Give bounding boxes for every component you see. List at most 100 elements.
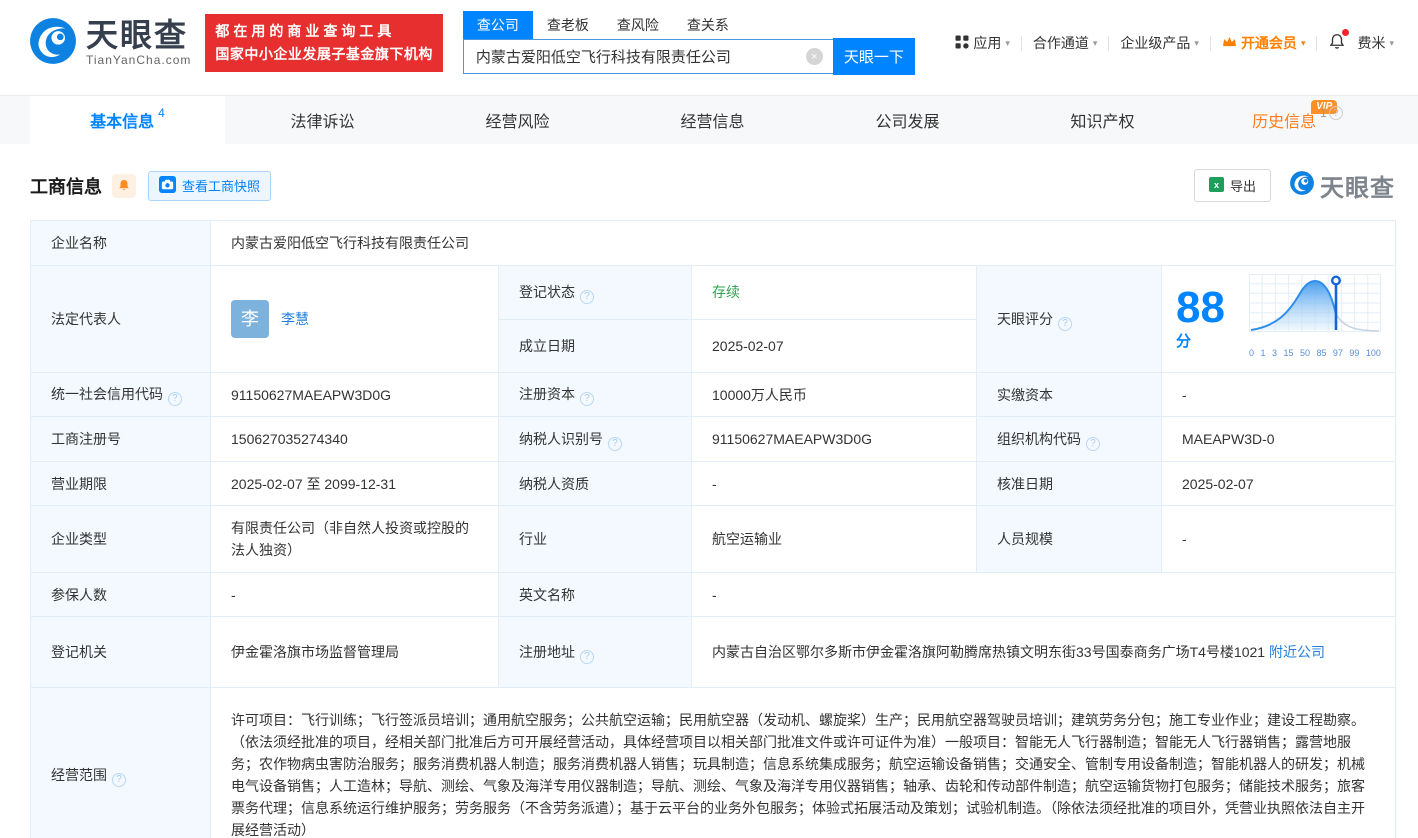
help-icon[interactable]: ? bbox=[168, 392, 182, 406]
org-code-label: 组织机构代码? bbox=[977, 417, 1162, 462]
help-icon[interactable]: ? bbox=[580, 392, 594, 406]
table-row: 经营范围? 许可项目：飞行训练；飞行签派员培训；通用航空服务；公共航空运输；民用… bbox=[31, 688, 1396, 838]
chevron-down-icon: ▾ bbox=[1093, 38, 1098, 49]
watermark-text: 天眼查 bbox=[1320, 168, 1395, 203]
score-curve-chart: 0131550859799100 bbox=[1249, 274, 1381, 364]
tab-development[interactable]: 公司发展 bbox=[810, 96, 1005, 144]
business-scope-label: 经营范围? bbox=[31, 688, 211, 838]
search-tab-boss[interactable]: 查老板 bbox=[533, 11, 603, 39]
monitor-bell-icon[interactable] bbox=[112, 174, 136, 198]
nav-enterprise[interactable]: 企业级产品 ▾ bbox=[1120, 33, 1199, 53]
company-type-value: 有限责任公司（非自然人投资或控股的法人独资） bbox=[211, 506, 499, 573]
avatar[interactable]: 李 bbox=[231, 300, 269, 338]
nav-apps[interactable]: 应用 ▾ bbox=[955, 33, 1010, 53]
tab-ip-label: 知识产权 bbox=[1070, 108, 1134, 132]
help-icon[interactable]: ? bbox=[112, 773, 126, 787]
help-icon[interactable]: ? bbox=[1058, 317, 1072, 331]
nav-enterprise-label: 企业级产品 bbox=[1120, 33, 1190, 53]
taxpayer-id-label: 纳税人识别号? bbox=[499, 417, 692, 462]
help-icon[interactable]: ? bbox=[1086, 437, 1100, 451]
tab-risk[interactable]: 经营风险 bbox=[420, 96, 615, 144]
company-name-label: 企业名称 bbox=[31, 221, 211, 266]
snapshot-button[interactable]: 查看工商快照 bbox=[148, 171, 271, 201]
search-tab-company[interactable]: 查公司 bbox=[463, 11, 533, 39]
chevron-down-icon: ▾ bbox=[1194, 38, 1199, 49]
tab-legal-label: 法律诉讼 bbox=[290, 108, 354, 132]
tab-ip[interactable]: 知识产权 bbox=[1005, 96, 1200, 144]
est-date-value: 2025-02-07 bbox=[692, 319, 977, 373]
tab-history[interactable]: VIP 历史信息 1 ? bbox=[1200, 96, 1395, 144]
logo-en-text: TianYanCha.com bbox=[86, 53, 191, 67]
search-button[interactable]: 天眼一下 bbox=[833, 38, 915, 75]
notification-dot bbox=[1342, 29, 1349, 36]
business-term-value: 2025-02-07 至 2099-12-31 bbox=[211, 462, 499, 506]
reg-status-label-text: 登记状态 bbox=[519, 284, 575, 300]
export-button-label: 导出 bbox=[1230, 176, 1256, 195]
help-icon[interactable]: ? bbox=[1329, 106, 1343, 120]
reg-number-value: 150627035274340 bbox=[211, 417, 499, 462]
table-row: 法定代表人 李 李慧 登记状态? 存续 天眼评分? 88分 bbox=[31, 266, 1396, 320]
english-name-label: 英文名称 bbox=[499, 573, 692, 617]
watermark-logo: 天眼查 bbox=[1289, 168, 1395, 203]
score-label-text: 天眼评分 bbox=[997, 311, 1053, 327]
staff-size-value: - bbox=[1162, 506, 1396, 573]
taxpayer-id-value: 91150627MAEAPW3D0G bbox=[692, 417, 977, 462]
company-tabbar: 基本信息 4 法律诉讼 经营风险 经营信息 公司发展 知识产权 VIP 历史信息… bbox=[0, 95, 1418, 144]
chevron-down-icon: ▾ bbox=[1301, 38, 1306, 49]
score-axis: 0131550859799100 bbox=[1249, 342, 1381, 364]
score-label: 天眼评分? bbox=[977, 266, 1162, 373]
table-row: 参保人数 - 英文名称 - bbox=[31, 573, 1396, 617]
tab-history-count: 1 bbox=[1320, 106, 1327, 120]
score-cell[interactable]: 88分 bbox=[1162, 266, 1396, 373]
credit-code-value: 91150627MAEAPW3D0G bbox=[211, 373, 499, 417]
camera-icon bbox=[159, 176, 176, 196]
legal-rep-link[interactable]: 李慧 bbox=[281, 308, 309, 330]
crown-icon bbox=[1222, 35, 1237, 51]
nav-user-label: 费米 bbox=[1357, 33, 1385, 53]
insured-count-label: 参保人数 bbox=[31, 573, 211, 617]
approval-date-value: 2025-02-07 bbox=[1162, 462, 1396, 506]
nav-partner[interactable]: 合作通道 ▾ bbox=[1033, 33, 1098, 53]
tab-basic-info-label: 基本信息 bbox=[90, 108, 154, 132]
slogan-line2: 国家中小企业发展子基金旗下机构 bbox=[215, 43, 433, 66]
export-button[interactable]: x 导出 bbox=[1194, 169, 1271, 202]
table-row: 企业类型 有限责任公司（非自然人投资或控股的法人独资） 行业 航空运输业 人员规… bbox=[31, 506, 1396, 573]
chevron-down-icon: ▾ bbox=[1005, 38, 1010, 49]
legal-rep-cell: 李 李慧 bbox=[211, 266, 499, 373]
help-icon[interactable]: ? bbox=[580, 290, 594, 304]
tab-development-label: 公司发展 bbox=[875, 108, 939, 132]
help-icon[interactable]: ? bbox=[580, 650, 594, 664]
table-row: 企业名称 内蒙古爱阳低空飞行科技有限责任公司 bbox=[31, 221, 1396, 266]
search-type-tabs: 查公司 查老板 查风险 查关系 bbox=[463, 11, 915, 39]
nav-open-vip[interactable]: 开通会员 ▾ bbox=[1222, 33, 1306, 53]
tab-history-label: 历史信息 bbox=[1252, 108, 1316, 132]
tab-legal[interactable]: 法律诉讼 bbox=[225, 96, 420, 144]
notification-bell-icon[interactable] bbox=[1328, 32, 1346, 54]
taxpayer-qualification-label: 纳税人资质 bbox=[499, 462, 692, 506]
logo-cn-text: 天眼查 bbox=[86, 19, 191, 51]
est-date-label: 成立日期 bbox=[499, 319, 692, 373]
business-info-table: 企业名称 内蒙古爱阳低空飞行科技有限责任公司 法定代表人 李 李慧 登记状态? … bbox=[30, 220, 1396, 838]
tianyancha-eye-icon bbox=[28, 16, 78, 71]
table-row: 工商注册号 150627035274340 纳税人识别号? 91150627MA… bbox=[31, 417, 1396, 462]
clear-search-icon[interactable]: × bbox=[806, 48, 823, 65]
slogan-banner: 都在用的商业查询工具 国家中小企业发展子基金旗下机构 bbox=[205, 14, 443, 72]
taxpayer-qualification-value: - bbox=[692, 462, 977, 506]
table-row: 登记机关 伊金霍洛旗市场监督管理局 注册地址? 内蒙古自治区鄂尔多斯市伊金霍洛旗… bbox=[31, 617, 1396, 688]
legal-rep-label: 法定代表人 bbox=[31, 266, 211, 373]
nearby-companies-link[interactable]: 附近公司 bbox=[1269, 644, 1325, 660]
search-tab-risk[interactable]: 查风险 bbox=[603, 11, 673, 39]
reg-authority-value: 伊金霍洛旗市场监督管理局 bbox=[211, 617, 499, 688]
search-input[interactable] bbox=[463, 39, 833, 74]
svg-text:x: x bbox=[1214, 180, 1219, 190]
tab-basic-info-count: 4 bbox=[158, 106, 165, 120]
search-tab-relation[interactable]: 查关系 bbox=[673, 11, 743, 39]
industry-value: 航空运输业 bbox=[692, 506, 977, 573]
nav-user[interactable]: 费米 ▾ bbox=[1357, 33, 1394, 53]
tianyancha-logo[interactable]: 天眼查 TianYanCha.com bbox=[28, 16, 191, 71]
tab-operation[interactable]: 经营信息 bbox=[615, 96, 810, 144]
help-icon[interactable]: ? bbox=[608, 437, 622, 451]
reg-status-label: 登记状态? bbox=[499, 266, 692, 320]
tab-basic-info[interactable]: 基本信息 4 bbox=[30, 96, 225, 144]
reg-status-value: 存续 bbox=[692, 266, 977, 320]
